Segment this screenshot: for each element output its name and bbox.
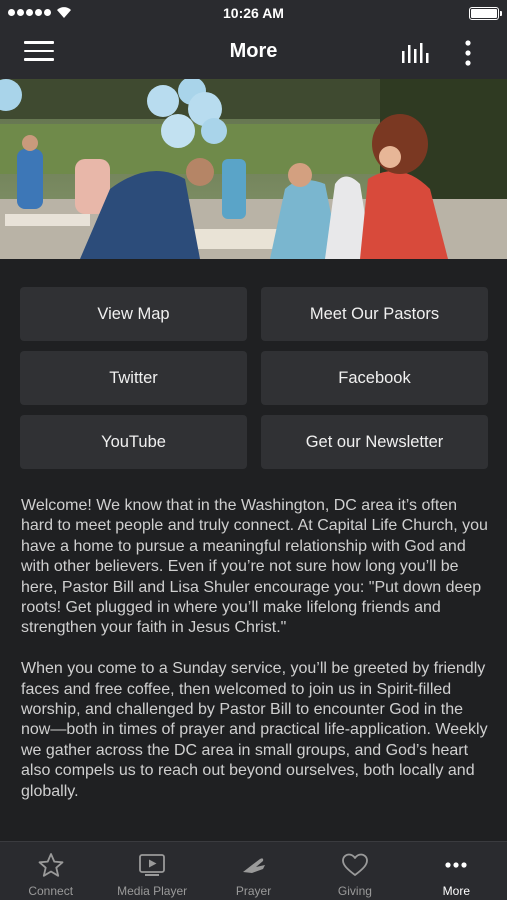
heart-icon — [342, 853, 368, 876]
link-button-grid: View Map Meet Our Pastors Twitter Facebo… — [20, 287, 488, 469]
hero-photo — [0, 79, 507, 259]
tab-connect[interactable]: Connect — [0, 842, 101, 900]
meet-our-pastors-button[interactable]: Meet Our Pastors — [261, 287, 488, 341]
tab-giving[interactable]: Giving — [304, 842, 405, 900]
tab-more[interactable]: More — [406, 842, 507, 900]
tab-bar: Connect Media Player Prayer Giving More — [0, 841, 507, 900]
youtube-button[interactable]: YouTube — [20, 415, 247, 469]
status-time: 10:26 AM — [223, 5, 284, 21]
welcome-paragraph: Welcome! We know that in the Washington,… — [21, 497, 488, 637]
twitter-button[interactable]: Twitter — [20, 351, 247, 405]
newsletter-button[interactable]: Get our Newsletter — [261, 415, 488, 469]
tab-label: Prayer — [235, 884, 272, 898]
battery-icon — [469, 7, 502, 20]
welcome-text: Welcome! We know that in the Washington,… — [21, 496, 491, 822]
nav-bar: More — [0, 27, 507, 79]
tab-label: Connect — [28, 884, 74, 898]
more-vertical-icon[interactable] — [458, 39, 478, 67]
tab-label: Media Player — [117, 884, 188, 898]
tab-prayer[interactable]: Prayer — [203, 842, 304, 900]
prayer-hands-icon — [242, 858, 265, 873]
media-player-icon — [139, 854, 166, 876]
audio-bars-icon[interactable] — [400, 41, 430, 65]
page-title: More — [229, 40, 278, 62]
status-bar: 10:26 AM — [0, 0, 507, 27]
tab-label: Giving — [337, 884, 372, 898]
sunday-service-paragraph: When you come to a Sunday service, you’l… — [21, 660, 488, 800]
facebook-button[interactable]: Facebook — [261, 351, 488, 405]
tab-media-player[interactable]: Media Player — [101, 842, 202, 900]
more-dots-icon — [445, 862, 467, 868]
star-icon — [38, 853, 64, 877]
view-map-button[interactable]: View Map — [20, 287, 247, 341]
tab-label: More — [442, 884, 470, 898]
